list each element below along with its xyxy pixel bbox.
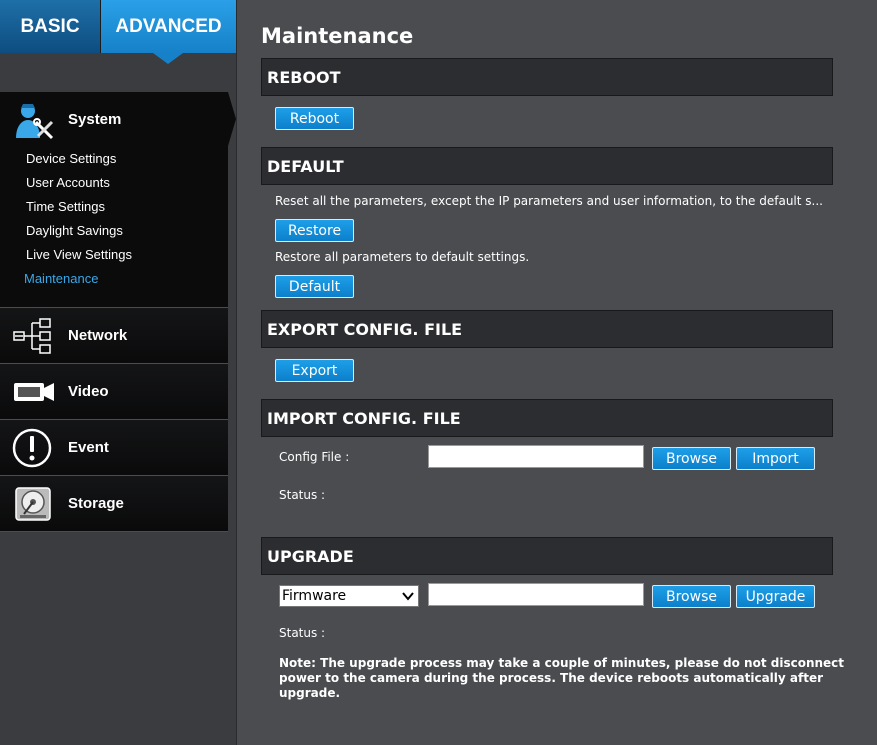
section-header-reboot: REBOOT: [261, 58, 833, 96]
network-tree-icon: [12, 316, 56, 356]
section-header-default: DEFAULT: [261, 147, 833, 185]
tab-basic[interactable]: BASIC: [0, 0, 100, 53]
import-browse-button[interactable]: Browse: [652, 447, 731, 470]
sidebar-menu: System Device Settings User Accounts Tim…: [0, 92, 236, 532]
restore-button[interactable]: Restore: [275, 219, 354, 242]
sidebar-item-system[interactable]: System: [0, 92, 228, 147]
sidebar-section-video: Video: [0, 364, 228, 420]
tab-advanced-label: ADVANCED: [115, 15, 222, 37]
reboot-button[interactable]: Reboot: [275, 107, 354, 130]
sidebar-item-event-label: Event: [68, 439, 109, 456]
page-title: Maintenance: [261, 24, 414, 48]
export-button[interactable]: Export: [275, 359, 354, 382]
sidebar-item-storage[interactable]: Storage: [0, 476, 228, 531]
storage-disk-icon: [12, 484, 56, 524]
submenu-live-view-settings[interactable]: Live View Settings: [0, 243, 228, 267]
submenu-user-accounts[interactable]: User Accounts: [0, 171, 228, 195]
alert-icon: [12, 428, 56, 468]
top-nav: BASIC ADVANCED: [0, 0, 236, 64]
sidebar-item-video[interactable]: Video: [0, 364, 228, 419]
submenu-daylight-savings[interactable]: Daylight Savings: [0, 219, 228, 243]
sidebar-item-storage-label: Storage: [68, 495, 124, 512]
import-status-label: Status :: [279, 488, 326, 502]
submenu-maintenance[interactable]: Maintenance: [0, 267, 228, 291]
upgrade-status-label: Status :: [279, 626, 326, 640]
sidebar-section-system: System Device Settings User Accounts Tim…: [0, 92, 236, 308]
upgrade-file-input[interactable]: [428, 583, 644, 606]
default-button[interactable]: Default: [275, 275, 354, 298]
upgrade-type-value: Firmware: [282, 588, 347, 604]
config-file-input[interactable]: [428, 445, 644, 468]
default-description: Restore all parameters to default settin…: [275, 250, 530, 264]
sidebar-item-network-label: Network: [68, 327, 128, 344]
chevron-down-icon: [402, 590, 414, 606]
upgrade-button[interactable]: Upgrade: [736, 585, 815, 608]
main-content: Maintenance REBOOT Reboot DEFAULT Reset …: [237, 0, 877, 745]
restore-description: Reset all the parameters, except the IP …: [275, 194, 823, 208]
config-file-label: Config File :: [279, 450, 350, 464]
system-submenu: Device Settings User Accounts Time Setti…: [0, 147, 228, 307]
sidebar-item-system-label: System: [68, 111, 122, 128]
sidebar: BASIC ADVANCED System Device Settings Us…: [0, 0, 237, 745]
sidebar-section-network: Network: [0, 308, 228, 364]
tab-pointer: [153, 53, 183, 64]
submenu-device-settings[interactable]: Device Settings: [0, 147, 228, 171]
sidebar-section-event: Event: [0, 420, 228, 476]
sidebar-item-video-label: Video: [68, 383, 109, 400]
upgrade-type-select[interactable]: Firmware: [279, 585, 419, 607]
active-section-arrow: [228, 92, 236, 146]
sidebar-item-network[interactable]: Network: [0, 308, 228, 363]
section-header-export: EXPORT CONFIG. FILE: [261, 310, 833, 348]
section-header-import: IMPORT CONFIG. FILE: [261, 399, 833, 437]
video-camera-icon: [12, 372, 56, 412]
submenu-time-settings[interactable]: Time Settings: [0, 195, 228, 219]
sidebar-section-storage: Storage: [0, 476, 228, 532]
upgrade-note: Note: The upgrade process may take a cou…: [279, 656, 845, 700]
import-button[interactable]: Import: [736, 447, 815, 470]
upgrade-browse-button[interactable]: Browse: [652, 585, 731, 608]
section-header-upgrade: UPGRADE: [261, 537, 833, 575]
sidebar-item-event[interactable]: Event: [0, 420, 228, 475]
tab-advanced[interactable]: ADVANCED: [101, 0, 236, 64]
system-tools-icon: [12, 100, 56, 140]
